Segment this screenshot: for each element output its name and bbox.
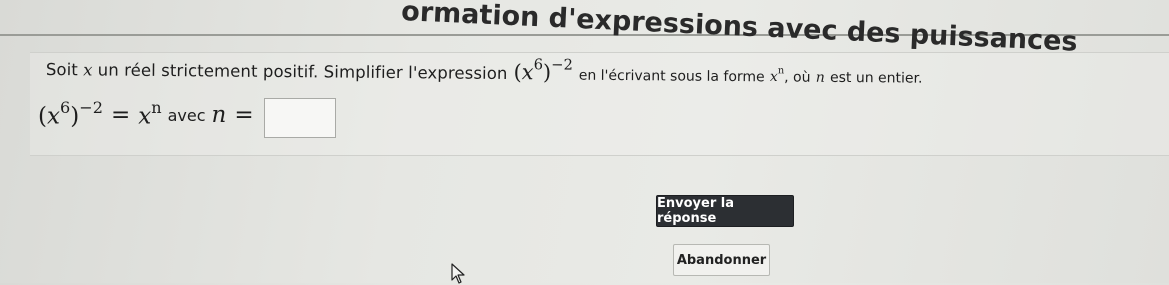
question-form: xn [769, 65, 785, 86]
question-statement: un réel strictement positif. Simplifier … [97, 60, 508, 84]
question-tail-pre: , où [784, 69, 811, 86]
abandon-button[interactable]: Abandonner [673, 244, 770, 276]
submit-answer-button[interactable]: Envoyer la réponse [656, 195, 794, 227]
question-tail-post: est un entier. [829, 69, 923, 87]
mouse-pointer-icon [451, 263, 465, 284]
answer-n-variable: n [211, 102, 227, 128]
answer-equals-sign: = [110, 102, 131, 128]
answer-input[interactable] [263, 98, 336, 138]
question-variable: x [83, 60, 93, 80]
question-intro: Soit [45, 59, 78, 80]
answer-row: (x6)−2 = xn avec n = [38, 92, 336, 138]
answer-equation-rhs: xn [138, 98, 162, 130]
answer-n-equals: = [234, 102, 254, 128]
answer-avec-label: avec [167, 105, 206, 125]
answer-equation-lhs: (x6)−2 [38, 98, 103, 130]
question-expression: (x6)−2 [513, 56, 573, 85]
question-tail-variable: n [815, 69, 825, 86]
question-middle: en l'écrivant sous la forme [578, 67, 765, 86]
